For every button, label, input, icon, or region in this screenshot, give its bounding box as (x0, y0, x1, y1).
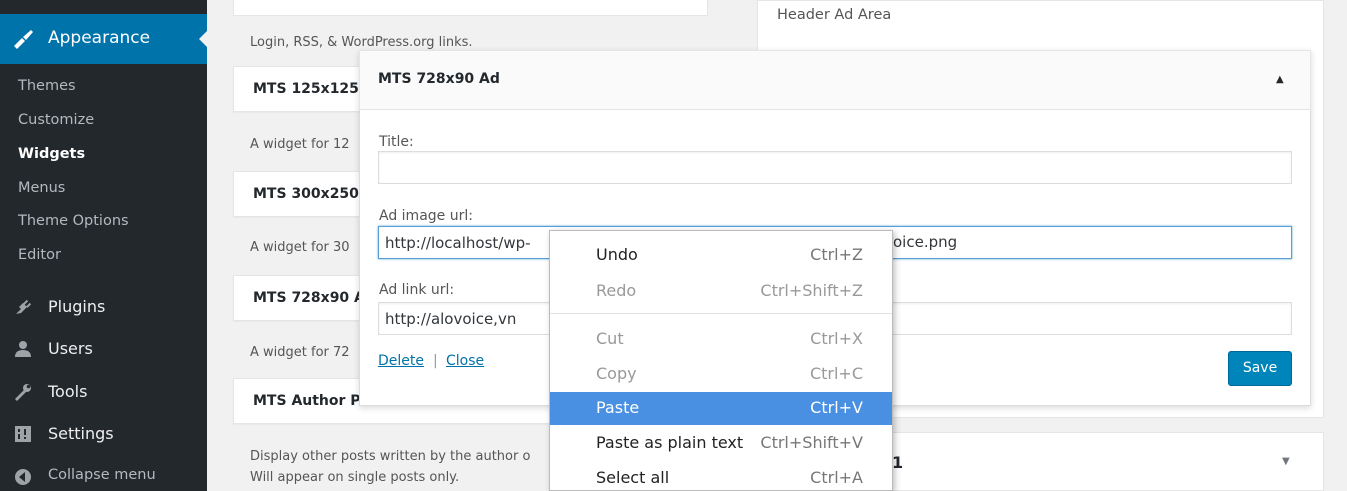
sidebar-subitem-customize[interactable]: Customize (18, 112, 94, 128)
sidebar-item-plugins[interactable]: Plugins (0, 288, 207, 328)
menu-item-label: Select all (596, 468, 670, 487)
menu-item-shortcut: Ctrl+X (810, 329, 863, 348)
sidebar-subitem-editor[interactable]: Editor (18, 247, 61, 263)
menu-item-shortcut: Ctrl+Shift+Z (760, 281, 863, 300)
widget-title: MTS 728x90 A (253, 290, 365, 306)
menu-item-label: Paste (596, 398, 640, 417)
widget-area-title: Header Ad Area (777, 7, 892, 23)
widget-description: A widget for 30 (250, 240, 350, 255)
menu-item-label: Redo (596, 281, 637, 300)
widget-description: Display other posts written by the autho… (250, 449, 531, 464)
collapse-menu-button[interactable]: Collapse menu (0, 458, 207, 491)
sidebar-item-users[interactable]: Users (0, 330, 207, 370)
current-menu-notch (199, 31, 207, 47)
collapse-icon (15, 469, 31, 485)
collapse-arrow-icon[interactable]: ▲ (1276, 74, 1284, 85)
plugin-icon (16, 299, 32, 314)
menu-item-label: Paste as plain text (596, 433, 744, 452)
widget-title: 1 (892, 453, 904, 472)
context-menu-item-paste[interactable]: Paste Ctrl+V (550, 392, 892, 425)
widget-title: MTS 125x125 (253, 81, 359, 97)
link-separator: | (433, 353, 438, 369)
sidebar-item-label: Appearance (48, 28, 151, 48)
context-menu-item-cut[interactable]: Cut Ctrl+X (550, 323, 892, 356)
menu-item-label: Copy (596, 364, 637, 383)
widget-edit-header[interactable] (359, 50, 1311, 110)
context-menu-item-copy[interactable]: Copy Ctrl+C (550, 358, 892, 391)
context-menu-item-select-all[interactable]: Select all Ctrl+A (550, 462, 892, 491)
sidebar-subitem-themes[interactable]: Themes (18, 78, 76, 94)
menu-item-label: Cut (596, 329, 624, 348)
save-button[interactable]: Save (1228, 351, 1292, 386)
sidebar-item-label: Collapse menu (48, 467, 156, 483)
title-label: Title: (379, 134, 414, 150)
users-icon (15, 341, 31, 357)
title-input[interactable] (378, 151, 1292, 184)
menu-item-shortcut: Ctrl+Z (810, 245, 863, 264)
menu-item-shortcut: Ctrl+A (810, 468, 863, 487)
sidebar-item-label: Plugins (48, 297, 106, 316)
menu-item-shortcut: Ctrl+C (809, 364, 863, 383)
ad-image-url-tail: oice.png (893, 233, 958, 251)
sidebar-item-label: Settings (48, 424, 114, 443)
ad-link-url-label: Ad link url: (379, 282, 455, 298)
expand-arrow-icon[interactable]: ▼ (1282, 456, 1290, 467)
sidebar-item-settings[interactable]: Settings (0, 415, 207, 455)
context-menu-item-paste-plain[interactable]: Paste as plain text Ctrl+Shift+V (550, 427, 892, 460)
sidebar-subitem-menus[interactable]: Menus (18, 180, 65, 196)
sidebar-subitem-widgets[interactable]: Widgets (18, 146, 85, 162)
sidebar-item-label: Tools (48, 382, 88, 401)
ad-image-url-label: Ad image url: (379, 208, 473, 224)
sidebar-item-appearance[interactable]: Appearance (0, 14, 207, 64)
context-menu-item-redo[interactable]: Redo Ctrl+Shift+Z (550, 275, 892, 308)
widget-edit-title: MTS 728x90 Ad (378, 71, 500, 87)
delete-link[interactable]: Delete (378, 353, 424, 369)
widget-title: MTS 300x250 (253, 186, 359, 202)
widget-description: A widget for 72 (250, 345, 350, 360)
close-link[interactable]: Close (446, 353, 484, 369)
context-menu-separator (550, 313, 892, 314)
wrench-icon (15, 384, 31, 401)
context-menu-item-undo[interactable]: Undo Ctrl+Z (550, 239, 892, 272)
menu-item-shortcut: Ctrl+V (810, 398, 863, 417)
widget-description: Will appear on single posts only. (250, 470, 460, 485)
sidebar-subitem-theme-options[interactable]: Theme Options (18, 213, 129, 229)
sidebar-item-tools[interactable]: Tools (0, 373, 207, 413)
settings-icon (15, 426, 31, 442)
menu-item-shortcut: Ctrl+Shift+V (760, 433, 863, 452)
widget-title-partial[interactable] (233, 0, 708, 16)
paintbrush-icon (14, 30, 33, 49)
menu-item-label: Undo (596, 245, 638, 264)
widget-description: A widget for 12 (250, 137, 350, 152)
sidebar-item-label: Users (48, 339, 93, 358)
